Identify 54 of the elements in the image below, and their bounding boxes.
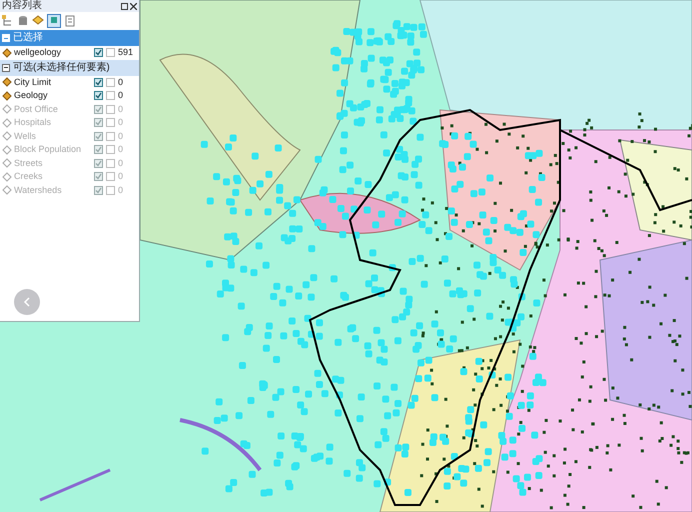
layer-name[interactable]: Streets [14, 158, 94, 168]
checkbox[interactable] [94, 186, 103, 195]
checkbox[interactable] [94, 78, 103, 87]
checkbox[interactable] [94, 145, 103, 154]
layer-tree-icon[interactable] [2, 15, 14, 27]
layer-name[interactable]: wellgeology [14, 48, 94, 58]
feature-count: 0 [118, 145, 124, 154]
checkbox[interactable] [106, 118, 115, 128]
feature-count: 0 [118, 104, 124, 114]
checkbox[interactable] [106, 78, 115, 87]
group-header[interactable]: 可选(未选择任何要素) [0, 60, 139, 76]
checkbox[interactable] [106, 91, 115, 100]
checkbox[interactable] [106, 172, 115, 182]
layer-name[interactable]: Hospitals [14, 118, 94, 128]
database-icon[interactable] [17, 15, 29, 27]
group-label: 可选(未选择任何要素) [13, 62, 110, 72]
chevron-left-icon [23, 297, 31, 307]
feature-count: 0 [118, 186, 124, 195]
feature-count: 591 [118, 48, 134, 58]
group-label: 已选择 [13, 33, 43, 43]
checkbox[interactable] [94, 172, 103, 182]
feature-count: 0 [118, 172, 124, 182]
layer-name[interactable]: Geology [14, 91, 94, 100]
checkbox[interactable] [106, 48, 115, 58]
group-header[interactable]: 已选择 [0, 30, 139, 46]
checkbox[interactable] [94, 158, 103, 168]
feature-count: 0 [118, 78, 124, 87]
checkbox[interactable] [94, 48, 103, 58]
layers-icon[interactable] [32, 15, 44, 27]
close-icon[interactable] [130, 2, 137, 10]
feature-count: 0 [118, 118, 124, 128]
checkbox[interactable] [94, 104, 103, 114]
feature-count: 0 [118, 91, 124, 100]
checkbox[interactable] [94, 132, 103, 141]
options-icon[interactable] [64, 15, 76, 27]
checkbox[interactable] [106, 158, 115, 168]
back-button[interactable] [14, 289, 40, 315]
checkbox[interactable] [106, 132, 115, 141]
layer-name[interactable]: Watersheds [14, 186, 94, 195]
checkbox[interactable] [94, 91, 103, 100]
layer-name[interactable]: Block Population [14, 145, 94, 154]
layer-name[interactable]: Wells [14, 132, 94, 141]
checkbox[interactable] [106, 186, 115, 195]
collapse-toggle[interactable] [2, 64, 10, 72]
maximize-icon[interactable] [121, 2, 128, 10]
layer-name[interactable]: Creeks [14, 172, 94, 182]
feature-count: 0 [118, 158, 124, 168]
checkbox[interactable] [94, 118, 103, 128]
checkbox[interactable] [106, 145, 115, 154]
feature-count: 0 [118, 132, 124, 141]
layer-name[interactable]: City Limit [14, 78, 94, 87]
selection-list-icon[interactable] [47, 14, 61, 28]
checkbox[interactable] [106, 104, 115, 114]
layer-name[interactable]: Post Office [14, 104, 94, 114]
